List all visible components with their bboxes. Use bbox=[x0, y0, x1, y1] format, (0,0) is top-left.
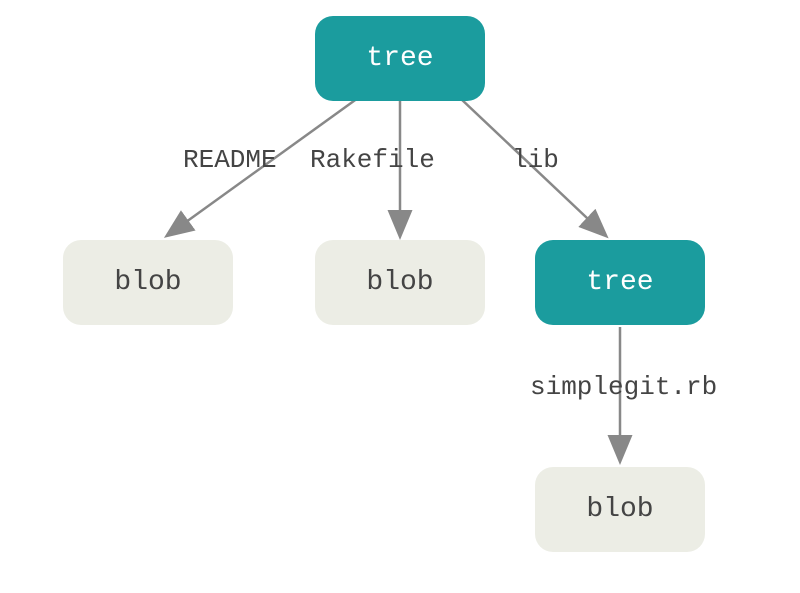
node-sub-tree: tree bbox=[535, 240, 705, 325]
edge-label-rakefile: Rakefile bbox=[310, 145, 435, 175]
node-label: blob bbox=[586, 494, 653, 525]
edge-label-lib: lib bbox=[512, 145, 559, 175]
node-label: tree bbox=[366, 43, 433, 74]
edge-label-simplegit: simplegit.rb bbox=[530, 372, 717, 402]
node-label: blob bbox=[114, 267, 181, 298]
node-root-tree: tree bbox=[315, 16, 485, 101]
node-label: blob bbox=[366, 267, 433, 298]
node-blob-simplegit: blob bbox=[535, 467, 705, 552]
edge-label-readme: README bbox=[183, 145, 277, 175]
node-blob-readme: blob bbox=[63, 240, 233, 325]
node-label: tree bbox=[586, 267, 653, 298]
node-blob-rakefile: blob bbox=[315, 240, 485, 325]
